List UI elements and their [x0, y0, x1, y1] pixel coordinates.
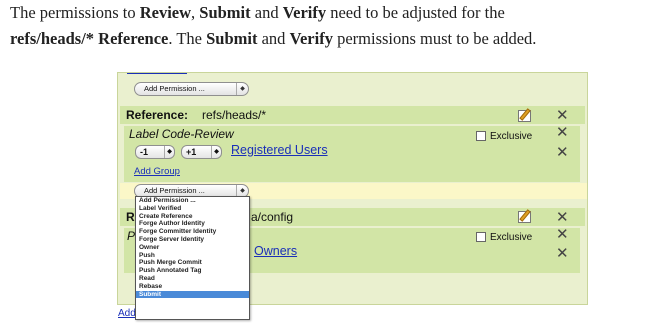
intro-bold-review: Review — [139, 3, 192, 22]
dropdown-option[interactable]: Submit — [136, 290, 249, 299]
dropdown-option[interactable]: Push — [136, 252, 249, 260]
label-title: P — [127, 229, 136, 243]
dropdown-option[interactable]: Forge Author Identity — [136, 220, 249, 228]
intro-text: and — [257, 29, 290, 48]
select-value: +1 — [186, 147, 197, 157]
close-icon[interactable]: ✕ — [556, 125, 569, 140]
top-link-underline — [127, 73, 187, 74]
intro-line-1: The permissions to Review, Submit and Ve… — [10, 0, 505, 25]
chevron-down-icon: ◆ — [236, 83, 248, 95]
exclusive-checkbox[interactable] — [476, 131, 486, 141]
dropdown-option[interactable]: Add Permission ... — [136, 197, 249, 205]
dropdown-option[interactable]: Create Reference — [136, 213, 249, 221]
dropdown-option[interactable]: Owner — [136, 244, 249, 252]
close-icon[interactable]: ✕ — [556, 227, 569, 242]
add-group-link[interactable]: Add Group — [134, 166, 180, 177]
intro-bold-verify: Verify — [289, 29, 333, 48]
intro-text: . The — [168, 29, 207, 48]
label-title: Label Code-Review — [129, 127, 234, 141]
dropdown-option[interactable]: Label Verified — [136, 205, 249, 213]
select-value: Add Permission ... — [144, 186, 205, 195]
edit-icon[interactable] — [518, 108, 531, 122]
max-value-select[interactable]: +1 ◆ — [181, 145, 222, 159]
intro-bold-verify: Verify — [282, 3, 327, 22]
close-icon[interactable]: ✕ — [556, 108, 569, 123]
select-value: Add Permission ... — [144, 84, 205, 93]
close-icon[interactable]: ✕ — [556, 210, 569, 225]
dropdown-option[interactable]: Push Annotated Tag — [136, 267, 249, 275]
intro-bold-reference: refs/heads/* Reference — [10, 29, 169, 48]
intro-text: and — [250, 3, 283, 22]
reference-heading: R — [126, 210, 135, 224]
intro-bold-submit: Submit — [199, 3, 251, 22]
select-value: -1 — [140, 147, 149, 157]
intro-text: The permissions to — [10, 3, 140, 22]
group-link[interactable]: Registered Users — [231, 143, 328, 157]
permission-dropdown-list[interactable]: Add Permission ... Label Verified Create R… — [135, 196, 250, 320]
edit-icon[interactable] — [518, 209, 531, 223]
exclusive-checkbox[interactable] — [476, 232, 486, 242]
reference-path: refs/heads/* — [202, 108, 267, 122]
dropdown-option[interactable]: Forge Committer Identity — [136, 228, 249, 236]
dropdown-option[interactable]: Read — [136, 275, 249, 283]
group-link[interactable]: Owners — [254, 244, 297, 258]
intro-text: need to be adjusted for the — [326, 3, 505, 22]
top-add-permission-select[interactable]: Add Permission ... ◆ — [134, 82, 249, 96]
intro-bold-submit: Submit — [206, 29, 258, 48]
exclusive-label: Exclusive — [490, 232, 533, 243]
close-icon[interactable]: ✕ — [556, 246, 569, 261]
intro-line-2: refs/heads/* Reference. The Submit and V… — [10, 26, 536, 51]
chevron-down-icon: ◆ — [211, 146, 221, 158]
chevron-down-icon: ◆ — [164, 146, 174, 158]
min-value-select[interactable]: -1 ◆ — [135, 145, 175, 159]
add-reference-link[interactable]: Add — [118, 308, 136, 319]
reference-heading: Reference: — [126, 108, 189, 122]
exclusive-label: Exclusive — [490, 131, 533, 142]
close-icon[interactable]: ✕ — [556, 145, 569, 160]
reference-header: Reference: refs/heads/* — [120, 106, 585, 124]
dropdown-option[interactable]: Rebase — [136, 283, 249, 291]
dropdown-option[interactable]: Push Merge Commit — [136, 259, 249, 267]
dropdown-option[interactable]: Forge Server Identity — [136, 236, 249, 244]
intro-text: permissions must to be added. — [332, 29, 537, 48]
reference-path: a/config — [251, 210, 294, 224]
